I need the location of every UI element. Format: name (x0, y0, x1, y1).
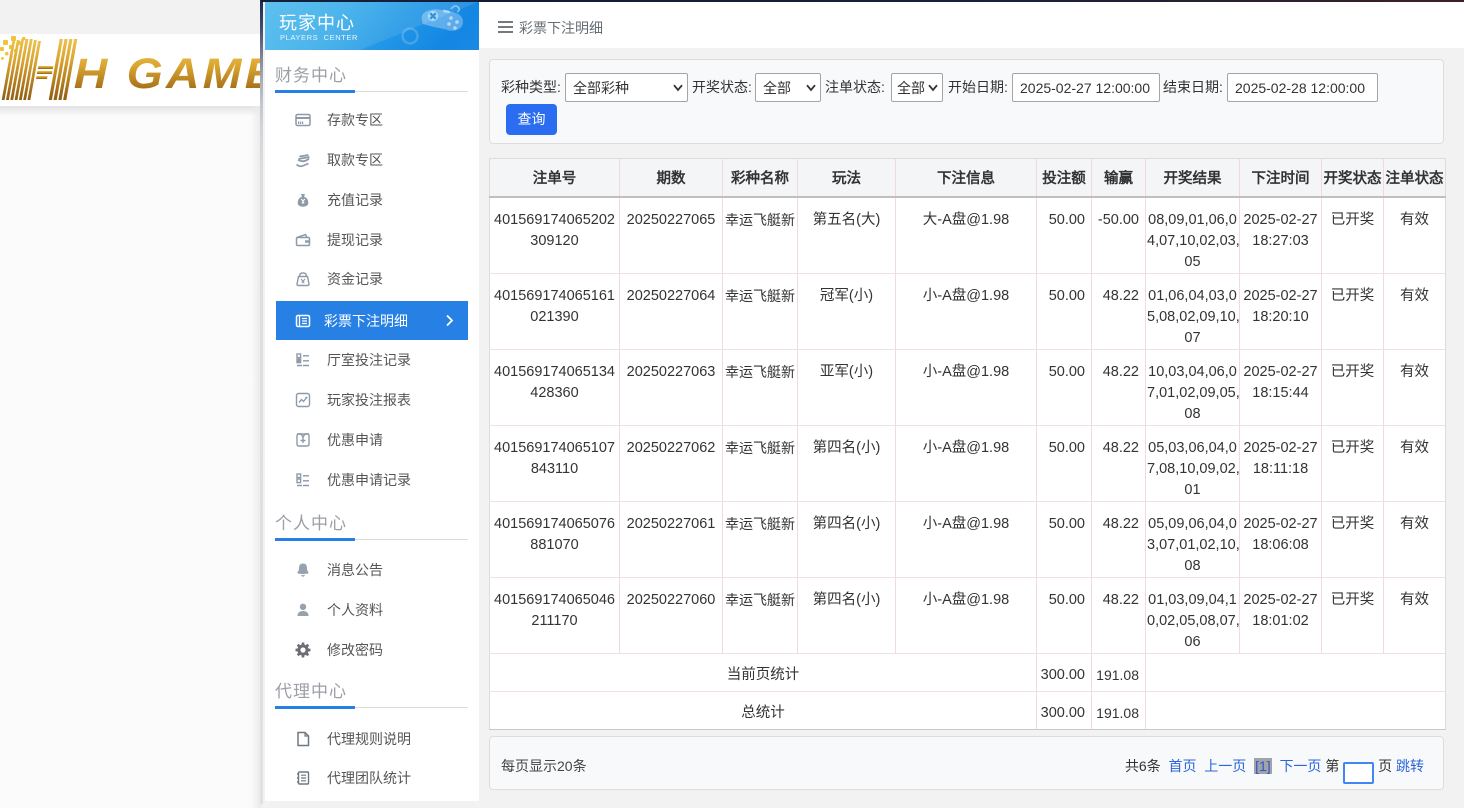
svg-text:H GAME: H GAME (74, 50, 261, 98)
